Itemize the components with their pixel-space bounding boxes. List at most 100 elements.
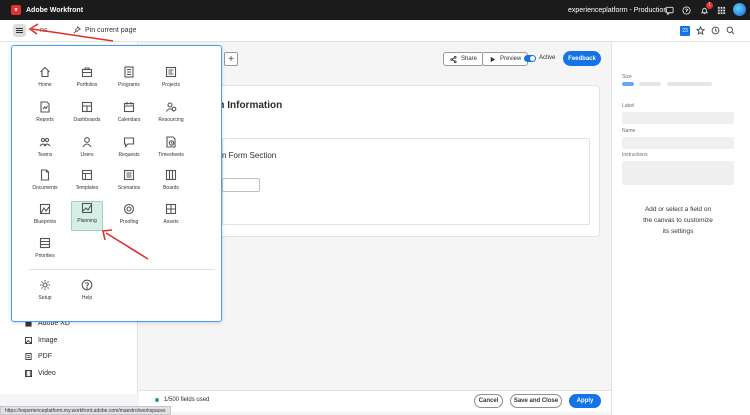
- search-icon[interactable]: [726, 26, 736, 36]
- form-section[interactable]: [222, 138, 590, 225]
- left-item-pdf[interactable]: PDF: [25, 353, 52, 360]
- menu-item-setup[interactable]: Setup: [29, 279, 61, 309]
- name-field-label: Name: [622, 128, 636, 134]
- timesheets-icon: [166, 136, 176, 148]
- breadcrumb[interactable]: ns: [40, 27, 47, 34]
- briefcase-icon: [81, 67, 93, 78]
- workfront-logo-icon[interactable]: [11, 5, 21, 15]
- menu-item-timesheets[interactable]: Timesheets: [155, 136, 187, 166]
- name-field[interactable]: [622, 137, 734, 149]
- menu-item-label: Users: [80, 152, 94, 158]
- help-icon[interactable]: [681, 5, 691, 15]
- menu-item-label: Teams: [37, 152, 53, 158]
- section-title[interactable]: n Form Section: [222, 151, 276, 160]
- menu-item-label: Planning: [77, 218, 97, 224]
- proofing-icon: [123, 203, 135, 215]
- document-icon: [40, 169, 50, 181]
- play-icon: [490, 56, 496, 62]
- scenarios-icon: [123, 169, 135, 181]
- menu-item-label: Priorities: [35, 253, 55, 259]
- add-button[interactable]: +: [224, 52, 238, 66]
- left-item-image[interactable]: Image: [25, 337, 57, 344]
- menu-item-label: Proofing: [119, 219, 139, 225]
- menu-item-portfolios[interactable]: Portfolios: [71, 66, 103, 96]
- cancel-button[interactable]: Cancel: [474, 394, 503, 408]
- apply-button[interactable]: Apply: [569, 394, 601, 408]
- menu-item-requests[interactable]: Requests: [113, 136, 145, 166]
- menu-item-planning[interactable]: Planning: [71, 201, 103, 231]
- size-label: Size: [622, 74, 632, 80]
- blueprints-icon: [39, 203, 51, 215]
- app-name: Adobe Workfront: [26, 6, 84, 14]
- label-field-label: Label: [622, 103, 635, 109]
- templates-icon: [81, 169, 93, 181]
- help-icon: [81, 279, 93, 291]
- instructions-field[interactable]: [622, 161, 734, 185]
- menu-item-proofing[interactable]: Proofing: [113, 203, 145, 233]
- left-item-label: Video: [38, 370, 56, 377]
- share-button[interactable]: Share: [443, 52, 485, 66]
- menu-item-documents[interactable]: Documents: [29, 169, 61, 199]
- chat-icon[interactable]: [664, 5, 674, 15]
- left-item-video[interactable]: Video: [25, 370, 56, 377]
- menu-item-assets[interactable]: Assets: [155, 203, 187, 233]
- notifications-bell-icon[interactable]: 1: [699, 2, 713, 15]
- secondary-bar: ns Pin current page 23: [0, 20, 750, 42]
- menu-item-projects[interactable]: Projects: [155, 66, 187, 96]
- history-icon[interactable]: [711, 26, 721, 36]
- priorities-icon: [39, 237, 51, 249]
- avatar[interactable]: [733, 3, 746, 16]
- menu-item-label: Home: [38, 82, 52, 88]
- menu-item-label: Requests: [118, 152, 140, 158]
- pin-icon: [73, 26, 81, 34]
- fields-used-count: 1/500 fields used: [164, 397, 210, 403]
- menu-item-label: Portfolios: [76, 82, 98, 88]
- main-menu-button[interactable]: [13, 24, 26, 37]
- menu-item-reports[interactable]: Reports: [29, 101, 61, 131]
- menu-item-home[interactable]: Home: [29, 66, 61, 96]
- label-field[interactable]: [622, 112, 734, 124]
- preview-button[interactable]: Preview: [482, 52, 529, 66]
- menu-item-boards[interactable]: Boards: [155, 169, 187, 199]
- image-icon: [25, 337, 32, 344]
- size-option[interactable]: [667, 82, 712, 86]
- menu-item-users[interactable]: Users: [71, 136, 103, 166]
- instructions-field-label: Instructions: [622, 152, 648, 158]
- menu-item-calendars[interactable]: Calendars: [113, 101, 145, 131]
- pin-current-page-button[interactable]: Pin current page: [73, 26, 136, 34]
- calendar-icon: [123, 102, 135, 113]
- menu-divider: [29, 269, 215, 270]
- active-toggle[interactable]: [524, 55, 536, 62]
- menu-item-templates[interactable]: Templates: [71, 169, 103, 199]
- calendar-icon[interactable]: 23: [680, 26, 690, 36]
- star-icon[interactable]: [695, 25, 706, 36]
- user-icon: [82, 137, 92, 148]
- menu-item-label: Dashboards: [73, 117, 101, 123]
- projects-icon: [165, 66, 177, 78]
- menu-item-teams[interactable]: Teams: [29, 136, 61, 166]
- programs-icon: [124, 66, 134, 78]
- size-option[interactable]: [639, 82, 661, 86]
- teams-icon: [39, 137, 51, 147]
- home-icon: [40, 66, 50, 78]
- menu-item-scenarios[interactable]: Scenarios: [113, 169, 145, 199]
- menu-item-label: Setup: [38, 295, 52, 301]
- menu-item-resourcing[interactable]: Resourcing: [155, 101, 187, 131]
- menu-item-help[interactable]: Help: [71, 279, 103, 309]
- save-and-close-button[interactable]: Save and Close: [510, 394, 562, 408]
- menu-item-priorities[interactable]: Priorities: [29, 237, 61, 267]
- menu-item-label: Timesheets: [158, 152, 184, 158]
- video-icon: [25, 370, 32, 377]
- dashboards-icon: [81, 101, 93, 113]
- feedback-button[interactable]: Feedback: [563, 51, 601, 66]
- menu-item-label: Resourcing: [158, 117, 184, 123]
- menu-item-programs[interactable]: Programs: [113, 66, 145, 96]
- left-item-label: Image: [38, 337, 58, 344]
- active-label: Active: [539, 55, 556, 61]
- size-option-selected[interactable]: [622, 82, 634, 86]
- menu-item-dashboards[interactable]: Dashboards: [71, 101, 103, 131]
- apps-grid-icon[interactable]: [716, 5, 726, 15]
- top-bar: Adobe Workfront experienceplatform - Pro…: [0, 0, 750, 20]
- form-field[interactable]: [222, 178, 260, 192]
- menu-item-blueprints[interactable]: Blueprints: [29, 203, 61, 233]
